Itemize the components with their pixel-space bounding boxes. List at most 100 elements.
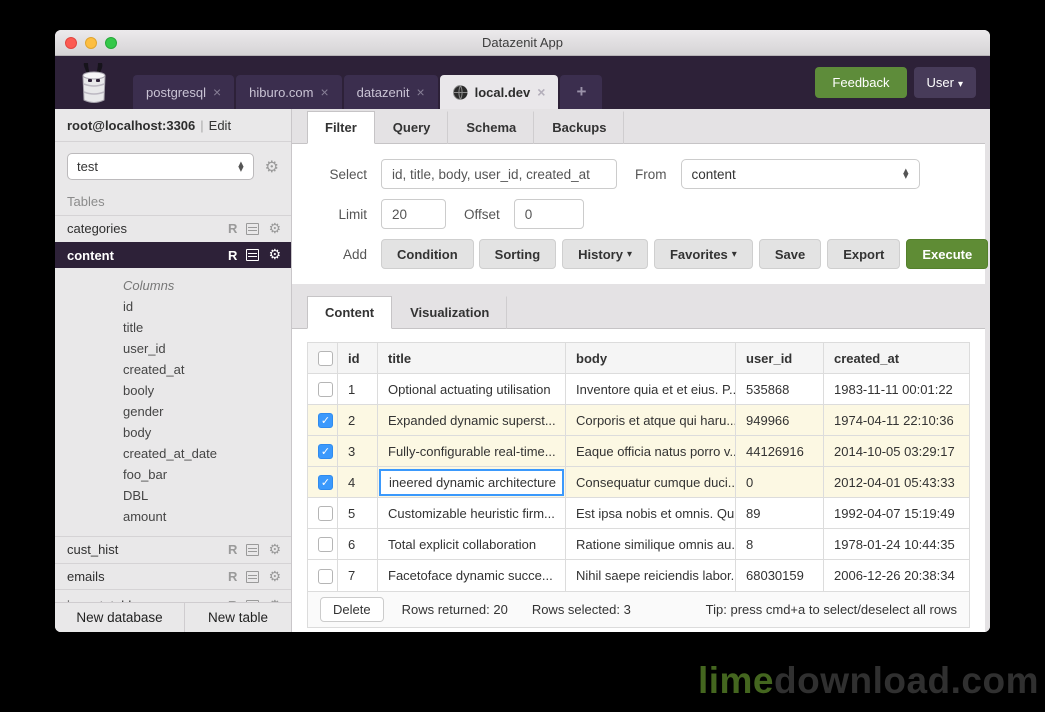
table-row[interactable]: 3 Fully-configurable real-time... Eaque … bbox=[308, 436, 970, 467]
table-row[interactable]: 4 ineered dynamic architecture Consequat… bbox=[308, 467, 970, 498]
row-checkbox[interactable] bbox=[318, 475, 333, 490]
column-item[interactable]: created_at_date bbox=[55, 443, 291, 464]
tab-datazenit[interactable]: datazenit × bbox=[344, 75, 438, 109]
close-tab-icon[interactable]: × bbox=[416, 85, 424, 99]
tab-content[interactable]: Content bbox=[307, 296, 392, 329]
main-area: Filter Query Schema Backups Select From … bbox=[292, 109, 990, 632]
limit-input[interactable] bbox=[381, 199, 446, 229]
navbar: postgresql × hiburo.com × datazenit × lo… bbox=[55, 56, 990, 109]
new-tab-button[interactable]: + bbox=[560, 75, 602, 109]
database-gear-icon[interactable]: ⚙ bbox=[265, 159, 279, 175]
sidebar-item-categories[interactable]: categories R ⚙ bbox=[55, 215, 291, 242]
traffic-lights bbox=[65, 37, 117, 49]
add-sorting-button[interactable]: Sorting bbox=[479, 239, 557, 269]
column-item[interactable]: gender bbox=[55, 401, 291, 422]
column-item[interactable]: DBL bbox=[55, 485, 291, 506]
close-tab-icon[interactable]: × bbox=[320, 85, 328, 99]
user-menu-button[interactable]: User▾ bbox=[914, 67, 976, 98]
table-row[interactable]: 1 Optional actuating utilisation Invento… bbox=[308, 374, 970, 405]
tab-local-dev[interactable]: local.dev × bbox=[440, 75, 559, 109]
tab-backups[interactable]: Backups bbox=[534, 111, 624, 144]
structure-icon[interactable] bbox=[246, 544, 259, 556]
row-checkbox[interactable] bbox=[318, 413, 333, 428]
save-button[interactable]: Save bbox=[759, 239, 821, 269]
cell-edit-input[interactable]: ineered dynamic architecture bbox=[379, 469, 564, 496]
select-columns-input[interactable] bbox=[381, 159, 617, 189]
column-item[interactable]: amount bbox=[55, 506, 291, 527]
column-header-title[interactable]: title bbox=[378, 343, 566, 374]
table-row[interactable]: 6 Total explicit collaboration Ratione s… bbox=[308, 529, 970, 560]
add-condition-button[interactable]: Condition bbox=[381, 239, 474, 269]
tab-hiburo[interactable]: hiburo.com × bbox=[236, 75, 342, 109]
gear-icon[interactable]: ⚙ bbox=[268, 248, 281, 262]
table-row[interactable]: 7 Facetoface dynamic succe... Nihil saep… bbox=[308, 560, 970, 591]
sidebar-item-content[interactable]: content R ⚙ bbox=[55, 242, 291, 269]
execute-button[interactable]: Execute bbox=[906, 239, 988, 269]
close-window-button[interactable] bbox=[65, 37, 77, 49]
gear-icon[interactable]: ⚙ bbox=[268, 222, 281, 236]
results-table: id title body user_id created_at 1 Optio… bbox=[307, 342, 970, 592]
row-checkbox[interactable] bbox=[318, 506, 333, 521]
from-table-select[interactable]: content ▲▼ bbox=[681, 159, 920, 189]
structure-icon[interactable] bbox=[246, 223, 259, 235]
window-title: Datazenit App bbox=[482, 35, 563, 50]
column-item[interactable]: id bbox=[55, 296, 291, 317]
sidebar-item-emails[interactable]: emails R ⚙ bbox=[55, 563, 291, 590]
new-database-button[interactable]: New database bbox=[55, 603, 185, 632]
refresh-icon[interactable]: R bbox=[228, 569, 237, 584]
favorites-dropdown-button[interactable]: Favorites▾ bbox=[654, 239, 753, 269]
tab-visualization[interactable]: Visualization bbox=[392, 296, 507, 329]
history-dropdown-button[interactable]: History▾ bbox=[562, 239, 648, 269]
column-item[interactable]: foo_bar bbox=[55, 464, 291, 485]
watermark: limedownload.com bbox=[698, 660, 1039, 702]
offset-input[interactable] bbox=[514, 199, 584, 229]
edit-connection-link[interactable]: Edit bbox=[209, 118, 231, 133]
tab-filter[interactable]: Filter bbox=[307, 111, 375, 144]
tab-query[interactable]: Query bbox=[375, 111, 449, 144]
delete-button[interactable]: Delete bbox=[320, 597, 384, 622]
globe-icon bbox=[453, 85, 468, 100]
row-checkbox[interactable] bbox=[318, 444, 333, 459]
structure-icon[interactable] bbox=[246, 571, 259, 583]
gear-icon[interactable]: ⚙ bbox=[268, 543, 281, 557]
column-header-body[interactable]: body bbox=[566, 343, 736, 374]
zoom-window-button[interactable] bbox=[105, 37, 117, 49]
table-row[interactable]: 2 Expanded dynamic superst... Corporis e… bbox=[308, 405, 970, 436]
app-window: Datazenit App postgresql × hiburo.com bbox=[55, 30, 990, 632]
filter-panel: Select From content ▲▼ Limit Offset Add bbox=[292, 144, 985, 284]
feedback-button[interactable]: Feedback bbox=[815, 67, 906, 98]
row-checkbox[interactable] bbox=[318, 569, 333, 584]
row-checkbox[interactable] bbox=[318, 382, 333, 397]
structure-icon[interactable] bbox=[246, 249, 259, 261]
query-tabs: Filter Query Schema Backups bbox=[292, 109, 985, 144]
refresh-icon[interactable]: R bbox=[228, 542, 237, 557]
tab-postgresql[interactable]: postgresql × bbox=[133, 75, 234, 109]
column-header-created-at[interactable]: created_at bbox=[824, 343, 970, 374]
close-tab-icon[interactable]: × bbox=[537, 85, 545, 99]
select-arrows-icon: ▲▼ bbox=[238, 162, 243, 172]
table-row[interactable]: 5 Customizable heuristic firm... Est ips… bbox=[308, 498, 970, 529]
export-button[interactable]: Export bbox=[827, 239, 900, 269]
column-item[interactable]: created_at bbox=[55, 359, 291, 380]
tab-schema[interactable]: Schema bbox=[448, 111, 534, 144]
new-table-button[interactable]: New table bbox=[185, 610, 291, 625]
tables-heading: Tables bbox=[55, 187, 291, 215]
column-header-user-id[interactable]: user_id bbox=[736, 343, 824, 374]
gear-icon[interactable]: ⚙ bbox=[268, 570, 281, 584]
column-item[interactable]: title bbox=[55, 317, 291, 338]
select-all-checkbox[interactable] bbox=[318, 351, 333, 366]
column-header-id[interactable]: id bbox=[338, 343, 378, 374]
refresh-icon[interactable]: R bbox=[228, 248, 237, 263]
rows-returned-stat: Rows returned: 20 bbox=[402, 602, 508, 617]
sidebar-item-cust-hist[interactable]: cust_hist R ⚙ bbox=[55, 536, 291, 563]
database-select[interactable]: test ▲▼ bbox=[67, 153, 254, 180]
sidebar-item-partial[interactable]: import_table R ⚙ bbox=[55, 589, 291, 602]
close-tab-icon[interactable]: × bbox=[213, 85, 221, 99]
minimize-window-button[interactable] bbox=[85, 37, 97, 49]
row-checkbox[interactable] bbox=[318, 537, 333, 552]
column-item[interactable]: body bbox=[55, 422, 291, 443]
column-item[interactable]: booly bbox=[55, 380, 291, 401]
column-item[interactable]: user_id bbox=[55, 338, 291, 359]
refresh-icon[interactable]: R bbox=[228, 221, 237, 236]
result-tabs: Content Visualization bbox=[292, 294, 985, 329]
